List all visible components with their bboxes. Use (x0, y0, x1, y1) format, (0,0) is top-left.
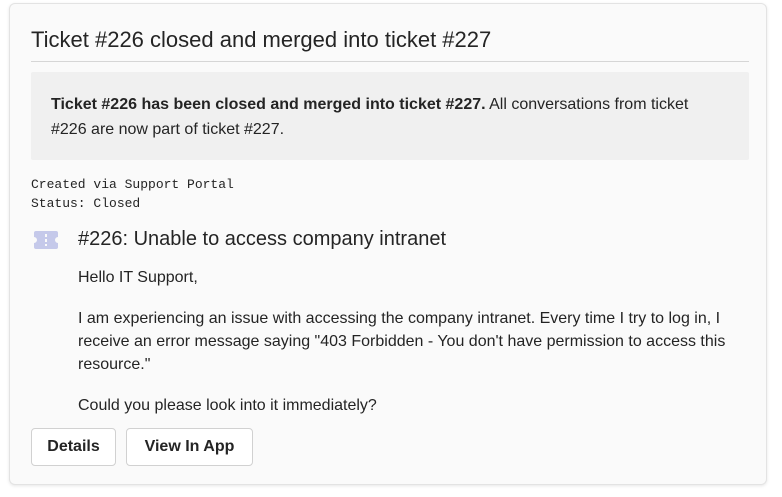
title-divider (31, 61, 749, 62)
message-closing: Could you please look into it immediatel… (78, 397, 377, 414)
ticket-meta: Created via Support Portal Status: Closed (31, 175, 234, 213)
message-greeting: Hello IT Support, (78, 269, 198, 286)
status-text: Status: Closed (31, 196, 141, 211)
merge-notice-bold: Ticket #226 has been closed and merged i… (51, 96, 486, 113)
ticket-title: #226: Unable to access company intranet (78, 228, 446, 250)
card-title: Ticket #226 closed and merged into ticke… (31, 27, 492, 52)
created-via-text: Created via Support Portal (31, 177, 234, 192)
view-in-app-button[interactable]: View In App (126, 428, 253, 466)
details-button[interactable]: Details (31, 428, 116, 466)
ticket-icon (34, 231, 58, 249)
merge-notice: Ticket #226 has been closed and merged i… (31, 72, 749, 160)
ticket-card: Ticket #226 closed and merged into ticke… (9, 3, 767, 485)
message-body: I am experiencing an issue with accessin… (78, 310, 726, 373)
